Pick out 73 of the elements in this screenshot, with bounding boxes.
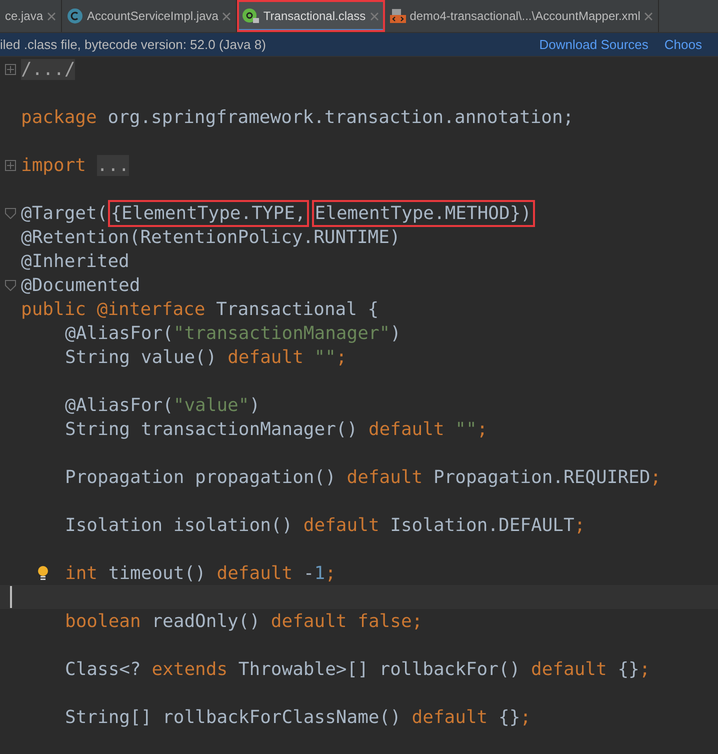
code-token: ; xyxy=(476,418,488,440)
code-token: @Target( xyxy=(21,202,108,224)
code-token: String value() xyxy=(65,346,218,368)
code-token: Isolation isolation() xyxy=(65,514,294,536)
code-token: default xyxy=(412,706,488,728)
code-token: @AliasFor( xyxy=(65,394,174,416)
code-token: String[] rollbackForClassName() xyxy=(65,706,402,728)
code-token: Class<? xyxy=(65,658,142,680)
code-token: {} xyxy=(497,706,520,728)
code-token: timeout() xyxy=(107,562,207,584)
text-caret xyxy=(10,586,12,608)
code-token: default xyxy=(346,466,423,488)
code-token: default xyxy=(228,346,304,368)
code-token: public @interface xyxy=(21,298,206,320)
code-token: {} xyxy=(616,658,640,680)
code-token: default xyxy=(368,418,446,440)
code-token: 1 xyxy=(314,562,326,584)
close-icon[interactable] xyxy=(644,12,654,20)
code-token: "" xyxy=(314,346,336,368)
editor-tab[interactable]: Transactional.class xyxy=(237,0,385,32)
code-token: ; xyxy=(336,346,347,368)
xml-file-icon xyxy=(390,8,406,24)
folded-code[interactable]: ... xyxy=(96,154,130,176)
code-token: ; xyxy=(574,514,586,536)
code-token: "" xyxy=(455,418,477,440)
editor-tab[interactable]: demo4-transactional\...\AccountMapper.xml xyxy=(384,0,660,32)
code-token: ; xyxy=(650,466,662,488)
code-token: "value" xyxy=(173,394,250,416)
code-token: @Retention(RetentionPolicy.RUNTIME) xyxy=(21,226,400,248)
code-token: String transactionManager() xyxy=(65,418,359,440)
code-token: @Inherited xyxy=(21,250,130,272)
class-icon xyxy=(67,8,84,24)
fold-expand-icon[interactable] xyxy=(5,64,16,74)
close-icon[interactable] xyxy=(222,12,232,20)
code-token: ; xyxy=(639,658,650,680)
code-token: int xyxy=(65,562,98,584)
info-message: iled .class file, bytecode version: 52.0 (Java 8) xyxy=(0,37,267,52)
code-token: @AliasFor( xyxy=(65,322,174,344)
code-token: ; xyxy=(325,562,336,584)
code-token: Propagation.REQUIRED xyxy=(432,466,650,488)
code-token: default xyxy=(303,514,380,536)
code-token: @Documented xyxy=(21,274,140,296)
info-link[interactable]: Choos xyxy=(664,37,702,52)
close-icon[interactable] xyxy=(47,12,56,20)
lightbulb-icon[interactable] xyxy=(37,565,49,581)
editor-tab[interactable]: ce.java xyxy=(0,0,62,32)
code-token: boolean xyxy=(65,610,141,632)
code-token: Propagation propagation() xyxy=(65,466,337,488)
code-token: ) xyxy=(390,322,401,344)
code-token: readOnly() xyxy=(150,610,262,632)
code-token: ) xyxy=(249,394,260,416)
code-token: package xyxy=(21,106,97,128)
info-link[interactable]: Download Sources xyxy=(539,37,648,52)
code-token: Isolation.DEFAULT xyxy=(389,514,574,536)
fold-collapse-icon[interactable] xyxy=(5,280,16,290)
code-token: Transactional { xyxy=(215,298,379,320)
code-token: "transactionManager" xyxy=(173,322,390,344)
fold-expand-icon[interactable] xyxy=(5,160,16,170)
annotation-lock-icon xyxy=(242,8,260,24)
close-icon[interactable] xyxy=(370,12,379,20)
code-token: extends xyxy=(152,658,228,680)
code-token: org.springframework.transaction.annotation; xyxy=(106,106,574,128)
code-token: - xyxy=(302,562,314,584)
folded-code[interactable]: /.../ xyxy=(21,58,76,80)
code-token: default xyxy=(531,658,607,680)
highlighted-code: ElementType.METHOD}) xyxy=(314,202,532,224)
highlighted-code: {ElementType.TYPE, xyxy=(110,202,306,224)
code-token: default false; xyxy=(270,610,423,632)
code-token: Throwable>[] rollbackFor() xyxy=(237,658,522,680)
fold-collapse-icon[interactable] xyxy=(5,208,16,218)
code-token: ; xyxy=(520,706,531,728)
code-token: default xyxy=(216,562,293,584)
code-token: import xyxy=(21,154,88,176)
